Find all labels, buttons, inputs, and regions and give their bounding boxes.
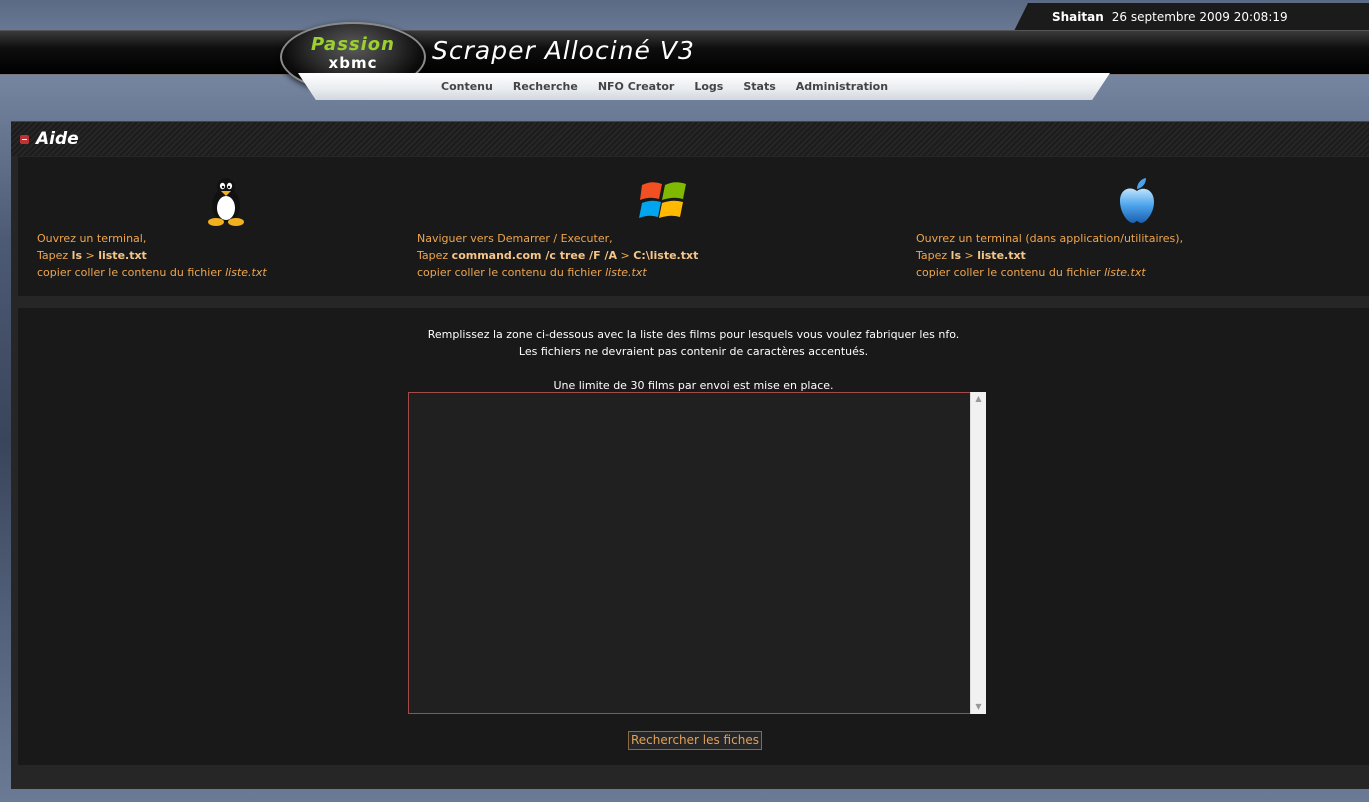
logo-text-top: Passion xyxy=(311,34,395,55)
help-box: Ouvrez un terminal, Tapez ls > liste.txt… xyxy=(18,157,1369,296)
aide-header: Aide xyxy=(11,122,1369,156)
form-instructions: Remplissez la zone ci-dessous avec la li… xyxy=(18,326,1369,394)
nav-nfo-creator[interactable]: NFO Creator xyxy=(598,80,675,93)
mac-line3: copier coller le contenu du fichier xyxy=(916,266,1101,279)
windows-gt: > xyxy=(620,249,630,262)
linux-cmd2: liste.txt xyxy=(98,249,147,262)
aide-title: Aide xyxy=(36,129,79,149)
nav-recherche[interactable]: Recherche xyxy=(513,80,578,93)
collapse-icon[interactable] xyxy=(20,135,29,144)
linux-cmd1: ls xyxy=(71,249,82,262)
mac-gt: > xyxy=(964,249,974,262)
user-info-bar: Shaitan 26 septembre 2009 20:08:19 xyxy=(1014,3,1369,31)
windows-cmd1: command.com /c tree /F /A xyxy=(451,249,618,262)
form-line2: Les fichiers ne devraient pas contenir d… xyxy=(518,345,869,358)
windows-line3: copier coller le contenu du fichier xyxy=(417,266,602,279)
nfo-form: Remplissez la zone ci-dessous avec la li… xyxy=(18,308,1369,765)
linux-tux-icon xyxy=(208,178,244,226)
username: Shaitan xyxy=(1052,10,1104,24)
form-line1: Remplissez la zone ci-dessous avec la li… xyxy=(427,328,960,341)
mac-line1: Ouvrez un terminal (dans application/uti… xyxy=(916,232,1184,245)
windows-tapez: Tapez xyxy=(417,249,449,262)
page-title: Scraper Allociné V3 xyxy=(432,36,695,65)
mac-cmd2: liste.txt xyxy=(977,249,1026,262)
main-nav: Contenu Recherche NFO Creator Logs Stats… xyxy=(298,73,1110,100)
form-line3: Une limite de 30 films par envoi est mis… xyxy=(553,379,834,392)
search-sheets-button[interactable]: Rechercher les fiches xyxy=(628,731,762,750)
nav-stats[interactable]: Stats xyxy=(743,80,775,93)
mac-cmd1: ls xyxy=(950,249,961,262)
windows-line1: Naviguer vers Demarrer / Executer, xyxy=(417,232,613,245)
main-panel: Aide Ouvrez un terminal, Tapez ls > list… xyxy=(11,121,1369,789)
linux-tapez: Tapez xyxy=(37,249,69,262)
linux-file: liste.txt xyxy=(225,266,267,279)
nav-logs[interactable]: Logs xyxy=(694,80,723,93)
logo-text-bottom: xbmc xyxy=(328,54,378,72)
nav-administration[interactable]: Administration xyxy=(796,80,888,93)
mac-tapez: Tapez xyxy=(916,249,948,262)
windows-cmd2: C:\liste.txt xyxy=(633,249,699,262)
apple-logo-icon xyxy=(1120,178,1154,223)
film-list-textarea[interactable] xyxy=(408,392,986,714)
nav-contenu[interactable]: Contenu xyxy=(441,80,493,93)
linux-line1: Ouvrez un terminal, xyxy=(37,232,147,245)
linux-gt: > xyxy=(85,249,95,262)
linux-line3: copier coller le contenu du fichier xyxy=(37,266,222,279)
mac-file: liste.txt xyxy=(1104,266,1146,279)
windows-logo-icon xyxy=(639,182,686,218)
datetime: 26 septembre 2009 20:08:19 xyxy=(1111,10,1288,24)
windows-file: liste.txt xyxy=(605,266,647,279)
